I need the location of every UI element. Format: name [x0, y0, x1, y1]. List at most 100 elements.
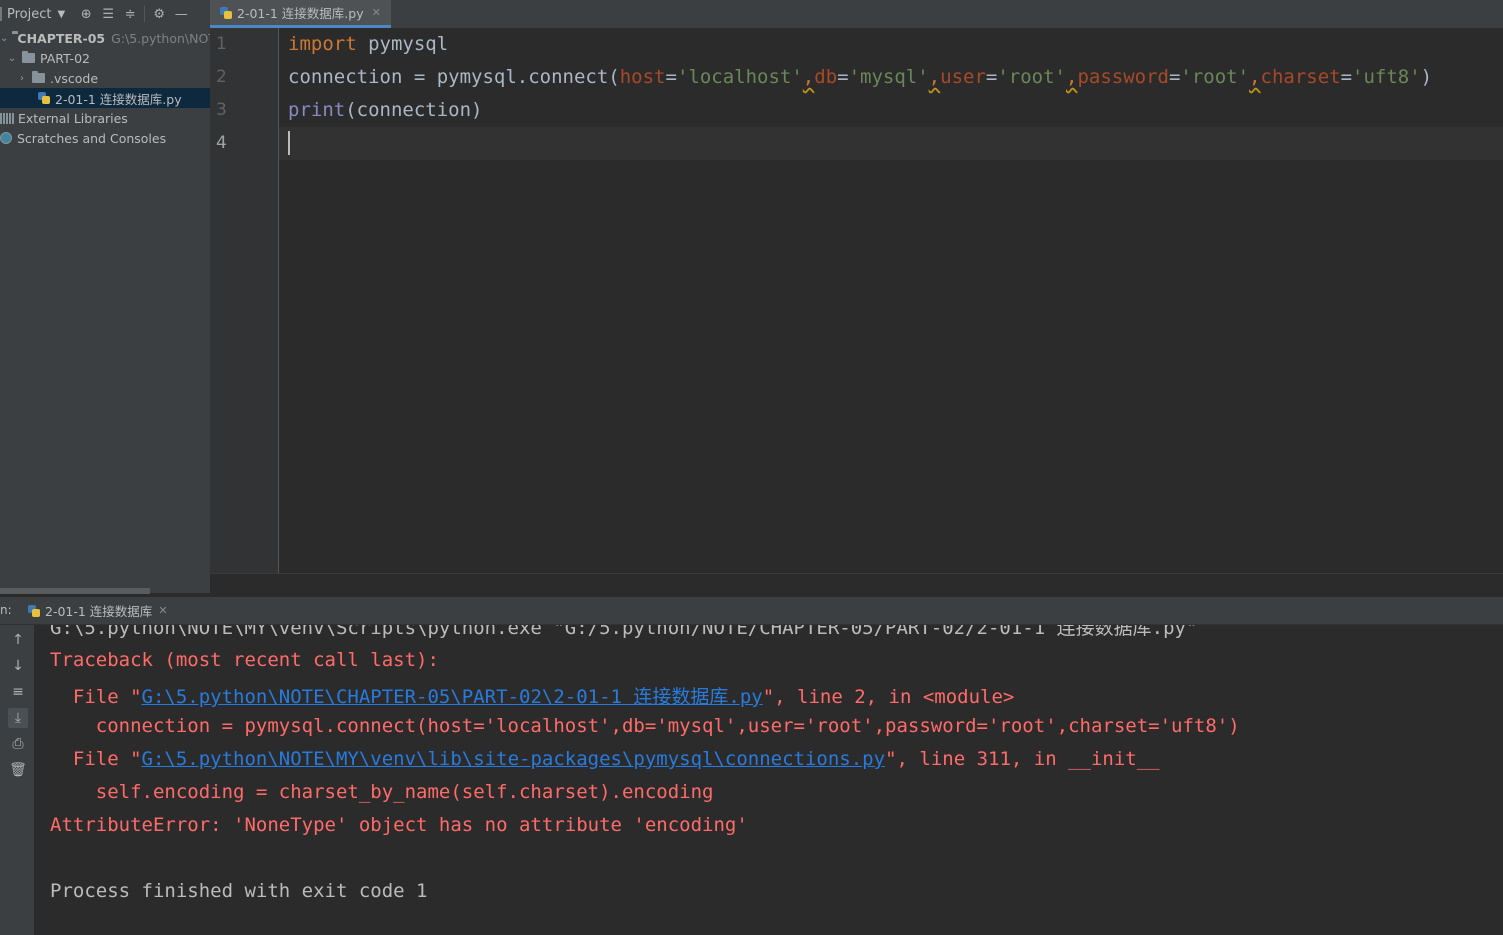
console-file-line-2: File "G:\5.python\NOTE\MY\venv\lib\site-… [50, 748, 1160, 770]
up-arrow-icon[interactable]: ↑ [8, 630, 28, 650]
param-name: user [940, 66, 986, 88]
run-tab-bar: n: 2-01-1 连接数据库 ✕ [0, 597, 1503, 625]
param-name: host [619, 66, 666, 88]
python-file-icon [220, 6, 232, 19]
chevron-right-icon[interactable]: › [16, 73, 28, 84]
collapse-all-icon[interactable]: ≑ [119, 7, 141, 22]
down-arrow-icon[interactable]: ↓ [8, 656, 28, 676]
console-command-line: G:\5.python\NOTE\MY\venv\Scripts\python.… [50, 625, 1198, 639]
hide-icon[interactable]: — [170, 7, 192, 22]
line-number: 4 [216, 133, 227, 153]
gear-icon[interactable]: ⚙ [148, 7, 170, 22]
run-tool-label: n: [0, 603, 12, 617]
run-tab-label: 2-01-1 连接数据库 [45, 604, 153, 619]
code-line-2: connection = pymysql.connect(host='local… [288, 66, 1432, 88]
tree-horizontal-scrollbar[interactable] [0, 588, 150, 594]
tree-item-file[interactable]: 2-01-1 连接数据库.py [0, 88, 210, 108]
param-name: charset [1260, 66, 1341, 88]
soft-wrap-icon[interactable]: ≡ [8, 682, 28, 702]
folder-icon [32, 71, 45, 83]
line-number: 2 [216, 67, 227, 87]
tree-item-path: G:\5.python\NOTE\ [111, 30, 210, 46]
console-text: ", line 2, in <module> [762, 686, 1015, 708]
keyword: import [288, 33, 357, 55]
python-file-icon [38, 92, 50, 104]
code-text: = [665, 66, 677, 88]
source-link[interactable]: G:\5.python\NOTE\CHAPTER-05\PART-02\2-01… [142, 686, 763, 708]
tree-item-part-02[interactable]: ⌄ PART-02 [0, 48, 210, 68]
code-text: pymysql [356, 33, 449, 55]
run-tab-active[interactable]: 2-01-1 连接数据库 ✕ [22, 597, 174, 624]
console-error-line: AttributeError: 'NoneType' object has no… [50, 814, 748, 836]
tree-item-label: Scratches and Consoles [17, 130, 167, 146]
tree-item-label: 2-01-1 连接数据库.py [55, 91, 182, 107]
builtin-function: print [288, 99, 346, 121]
text-caret [288, 131, 290, 155]
code-text: ) [1420, 66, 1433, 88]
param-name: password [1077, 66, 1169, 88]
project-bar-icon [0, 7, 2, 21]
comma-warning: , [928, 66, 941, 88]
editor-bottom-strip [210, 573, 1503, 598]
chevron-down-icon: ▼ [57, 8, 66, 20]
code-text: = [837, 66, 849, 88]
scratches-icon [0, 132, 12, 144]
console-file-line-1: File "G:\5.python\NOTE\CHAPTER-05\PART-0… [50, 682, 1015, 709]
code-text: connection = pymysql.connect( [288, 66, 620, 88]
project-toolbar: Project ▼ ⊕ ☰ ≑ ⚙ — [0, 0, 210, 29]
line-number: 1 [216, 34, 227, 54]
folder-icon [22, 51, 35, 63]
tree-item-vscode[interactable]: › .vscode [0, 68, 210, 88]
code-text: = [985, 66, 998, 88]
library-icon [0, 112, 14, 124]
param-name: db [814, 66, 838, 88]
run-side-toolbar: ↑ ↓ ≡ ⤓ ⎙ 🗑 [0, 625, 35, 935]
console-traceback-line: Traceback (most recent call last): [50, 649, 439, 671]
code-line-3: print(connection) [288, 99, 482, 121]
tree-item-chapter-05[interactable]: ⌄ CHAPTER-05 G:\5.python\NOTE\ [0, 28, 210, 48]
console-exit-line: Process finished with exit code 1 [50, 880, 428, 902]
print-icon[interactable]: ⎙ [8, 734, 28, 754]
tree-item-scratches[interactable]: Scratches and Consoles [0, 128, 210, 148]
locate-icon[interactable]: ⊕ [75, 7, 97, 22]
expand-all-icon[interactable]: ☰ [97, 7, 119, 22]
close-icon[interactable]: ✕ [372, 6, 381, 19]
source-link[interactable]: G:\5.python\NOTE\MY\venv\lib\site-packag… [142, 748, 886, 770]
code-editor[interactable]: import pymysql connection = pymysql.conn… [279, 28, 1503, 573]
close-icon[interactable]: ✕ [158, 604, 167, 617]
toolbar-divider [144, 6, 146, 22]
code-text: (connection) [345, 99, 483, 121]
string-literal: 'root' [1180, 66, 1250, 88]
scroll-to-end-icon[interactable]: ⤓ [8, 708, 28, 728]
string-literal: 'root' [997, 66, 1066, 88]
editor-tab-active[interactable]: 2-01-1 连接数据库.py ✕ [210, 0, 391, 28]
code-line-1: import pymysql [288, 33, 448, 55]
chevron-down-icon[interactable]: ⌄ [0, 33, 8, 44]
code-text: = [1340, 66, 1353, 88]
trash-icon[interactable]: 🗑 [8, 760, 28, 780]
comma-warning: , [1249, 66, 1261, 88]
tree-item-label: External Libraries [18, 110, 128, 126]
tree-item-external-libraries[interactable]: External Libraries [0, 108, 210, 128]
run-console[interactable]: G:\5.python\NOTE\MY\venv\Scripts\python.… [34, 625, 1503, 935]
string-literal: 'localhost' [676, 66, 803, 88]
current-line-highlight [279, 127, 1503, 160]
console-code-line-1: connection = pymysql.connect(host='local… [50, 715, 1240, 737]
chevron-down-icon[interactable]: ⌄ [6, 53, 18, 64]
editor-tab-bar: 2-01-1 连接数据库.py ✕ [210, 0, 1503, 29]
line-number: 3 [216, 100, 227, 120]
string-literal: 'uft8' [1352, 66, 1421, 88]
project-tree: ⌄ CHAPTER-05 G:\5.python\NOTE\ ⌄ PART-02… [0, 28, 210, 593]
console-text: File " [50, 748, 142, 770]
tree-item-label: PART-02 [40, 50, 90, 66]
comma-warning: , [802, 66, 815, 88]
python-file-icon [28, 604, 40, 617]
console-text: ", line 311, in __init__ [885, 748, 1160, 770]
comma-warning: , [1065, 66, 1078, 88]
tree-item-label: .vscode [50, 70, 99, 86]
string-literal: 'mysql' [848, 66, 929, 88]
editor-gutter: 1 2 3 4 [210, 28, 279, 573]
project-view-selector[interactable]: Project ▼ [0, 7, 65, 22]
project-view-label: Project [7, 6, 52, 22]
code-text: = [1168, 66, 1181, 88]
